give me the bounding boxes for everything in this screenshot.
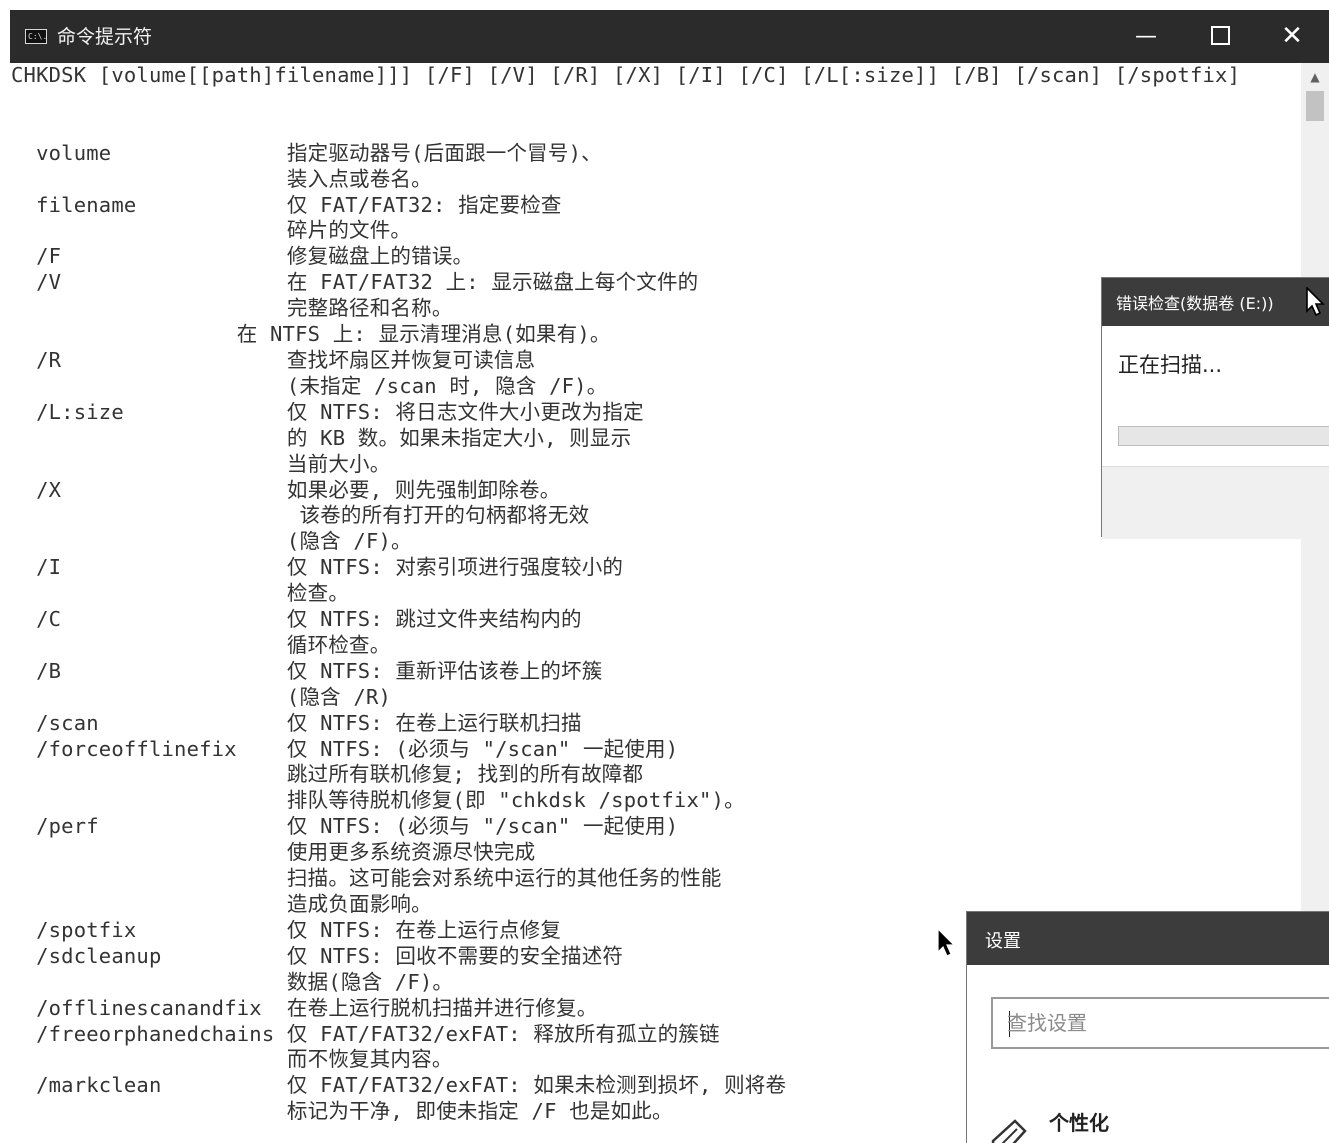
paint-brush-icon[interactable] — [989, 1117, 1029, 1143]
maximize-button[interactable] — [1183, 10, 1257, 63]
error-check-footer — [1102, 466, 1329, 539]
settings-search-input[interactable] — [1007, 1009, 1327, 1037]
error-check-body: 正在扫描... — [1102, 326, 1329, 466]
error-check-dialog: 错误检查(数据卷 (E:)) 正在扫描... — [1101, 277, 1329, 539]
error-check-title: 错误检查(数据卷 (E:)) — [1116, 294, 1274, 313]
scroll-thumb[interactable] — [1306, 91, 1324, 121]
cmd-app-icon: C:\. — [25, 29, 47, 44]
settings-window: 设置 个性化 — [966, 911, 1329, 1143]
settings-title: 设置 — [985, 931, 1021, 952]
scan-status-text: 正在扫描... — [1118, 353, 1223, 377]
settings-search-box[interactable] — [991, 997, 1329, 1049]
window-title: 命令提示符 — [57, 26, 153, 48]
error-check-titlebar[interactable]: 错误检查(数据卷 (E:)) — [1102, 278, 1329, 326]
scan-progress-bar — [1118, 426, 1329, 446]
settings-titlebar[interactable]: 设置 — [967, 912, 1329, 965]
window-titlebar[interactable]: C:\. 命令提示符 — ✕ — [10, 10, 1329, 63]
settings-item-personalization[interactable]: 个性化 — [1049, 1107, 1109, 1136]
maximize-icon — [1210, 26, 1230, 45]
minimize-button[interactable]: — — [1109, 10, 1183, 63]
scroll-up-arrow-icon[interactable]: ▲ — [1301, 63, 1329, 91]
close-button[interactable]: ✕ — [1255, 10, 1329, 63]
